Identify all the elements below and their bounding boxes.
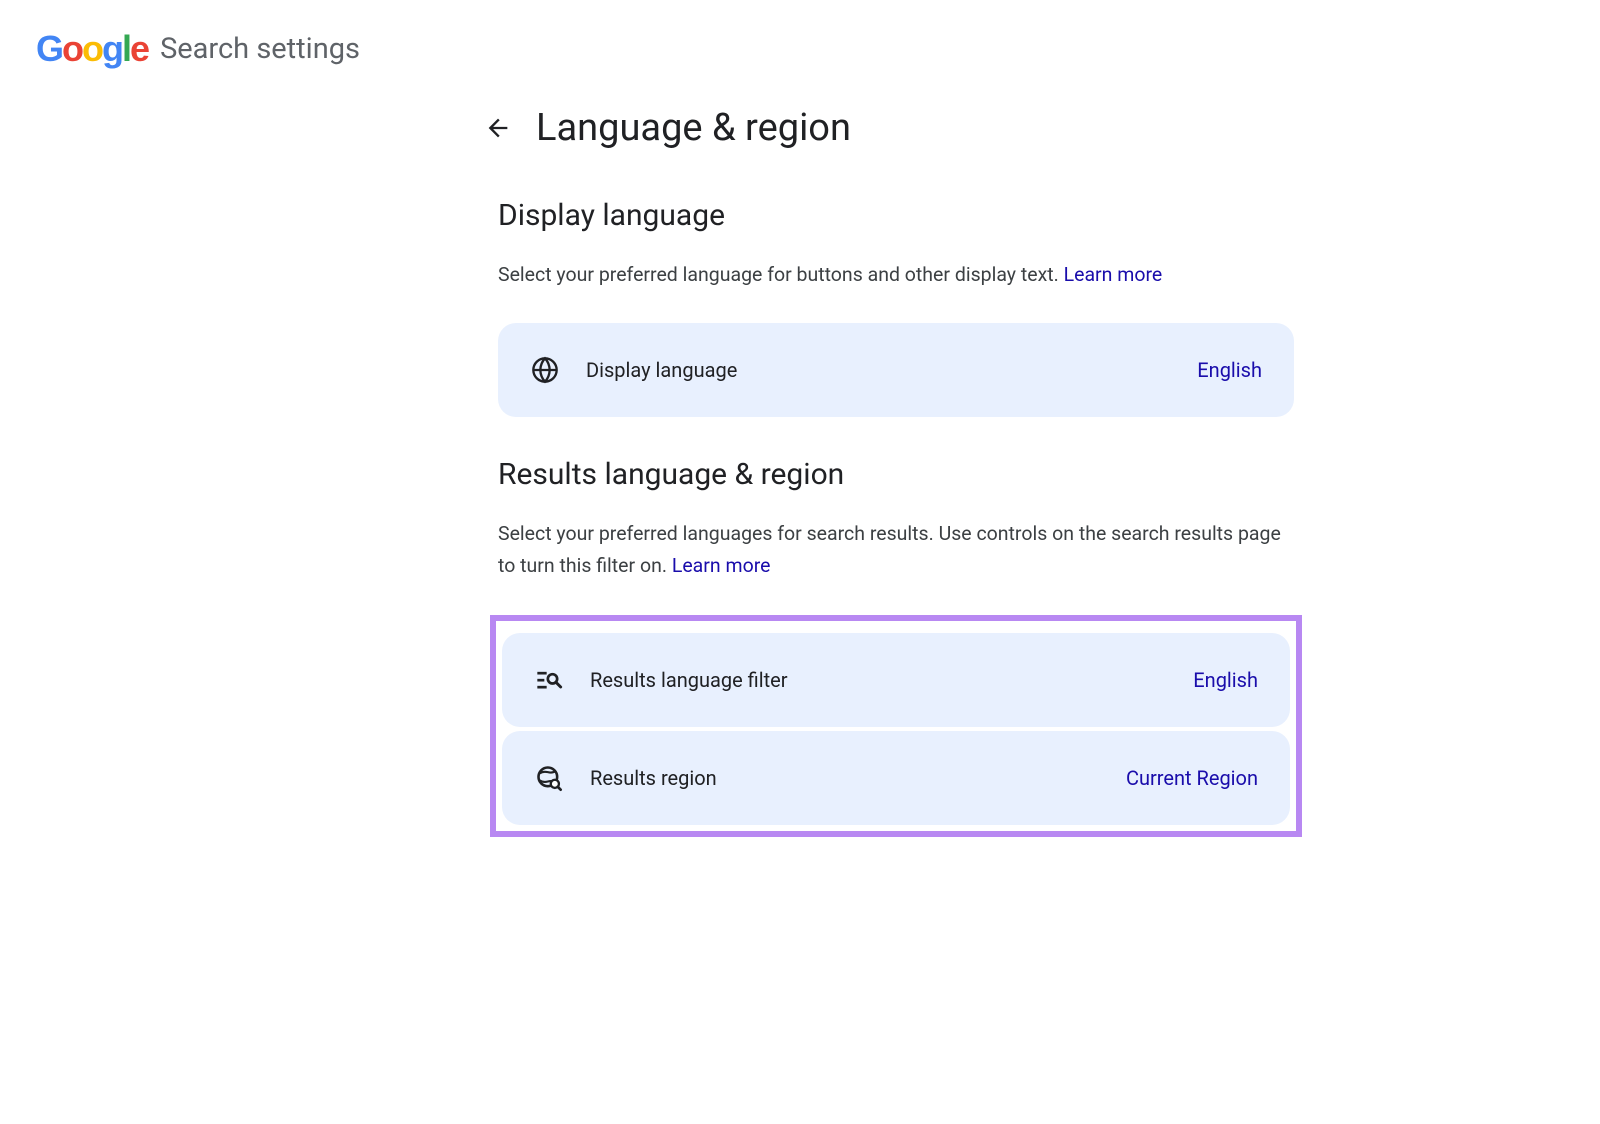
main-content: Language & region Display language Selec… <box>484 98 1294 837</box>
section-description: Select your preferred languages for sear… <box>498 518 1294 582</box>
page-title: Language & region <box>536 106 851 150</box>
header: Google Search settings <box>0 0 1600 98</box>
page-header: Language & region <box>484 106 1294 150</box>
section-title: Display language <box>498 198 1294 233</box>
learn-more-link[interactable]: Learn more <box>1064 263 1163 286</box>
section-description: Select your preferred language for butto… <box>498 259 1294 291</box>
card-label: Results region <box>590 766 1126 790</box>
highlight-box: Results language filter English Results … <box>490 615 1302 837</box>
results-language-filter-card[interactable]: Results language filter English <box>502 633 1290 727</box>
filter-search-icon <box>534 665 564 695</box>
card-value: Current Region <box>1126 766 1258 790</box>
learn-more-link[interactable]: Learn more <box>672 554 771 577</box>
results-language-region-section: Results language & region Select your pr… <box>484 457 1294 836</box>
header-title: Search settings <box>160 32 360 66</box>
section-title: Results language & region <box>498 457 1294 492</box>
globe-icon <box>530 355 560 385</box>
section-desc-text: Select your preferred languages for sear… <box>498 522 1281 577</box>
region-search-icon <box>534 763 564 793</box>
google-logo: Google <box>36 28 148 70</box>
card-value: English <box>1193 668 1258 692</box>
card-label: Display language <box>586 358 1197 382</box>
section-desc-text: Select your preferred language for butto… <box>498 263 1064 286</box>
display-language-card[interactable]: Display language English <box>498 323 1294 417</box>
results-region-card[interactable]: Results region Current Region <box>502 731 1290 825</box>
card-value: English <box>1197 358 1262 382</box>
card-label: Results language filter <box>590 668 1193 692</box>
display-language-section: Display language Select your preferred l… <box>484 198 1294 417</box>
back-arrow-icon[interactable] <box>484 114 512 142</box>
